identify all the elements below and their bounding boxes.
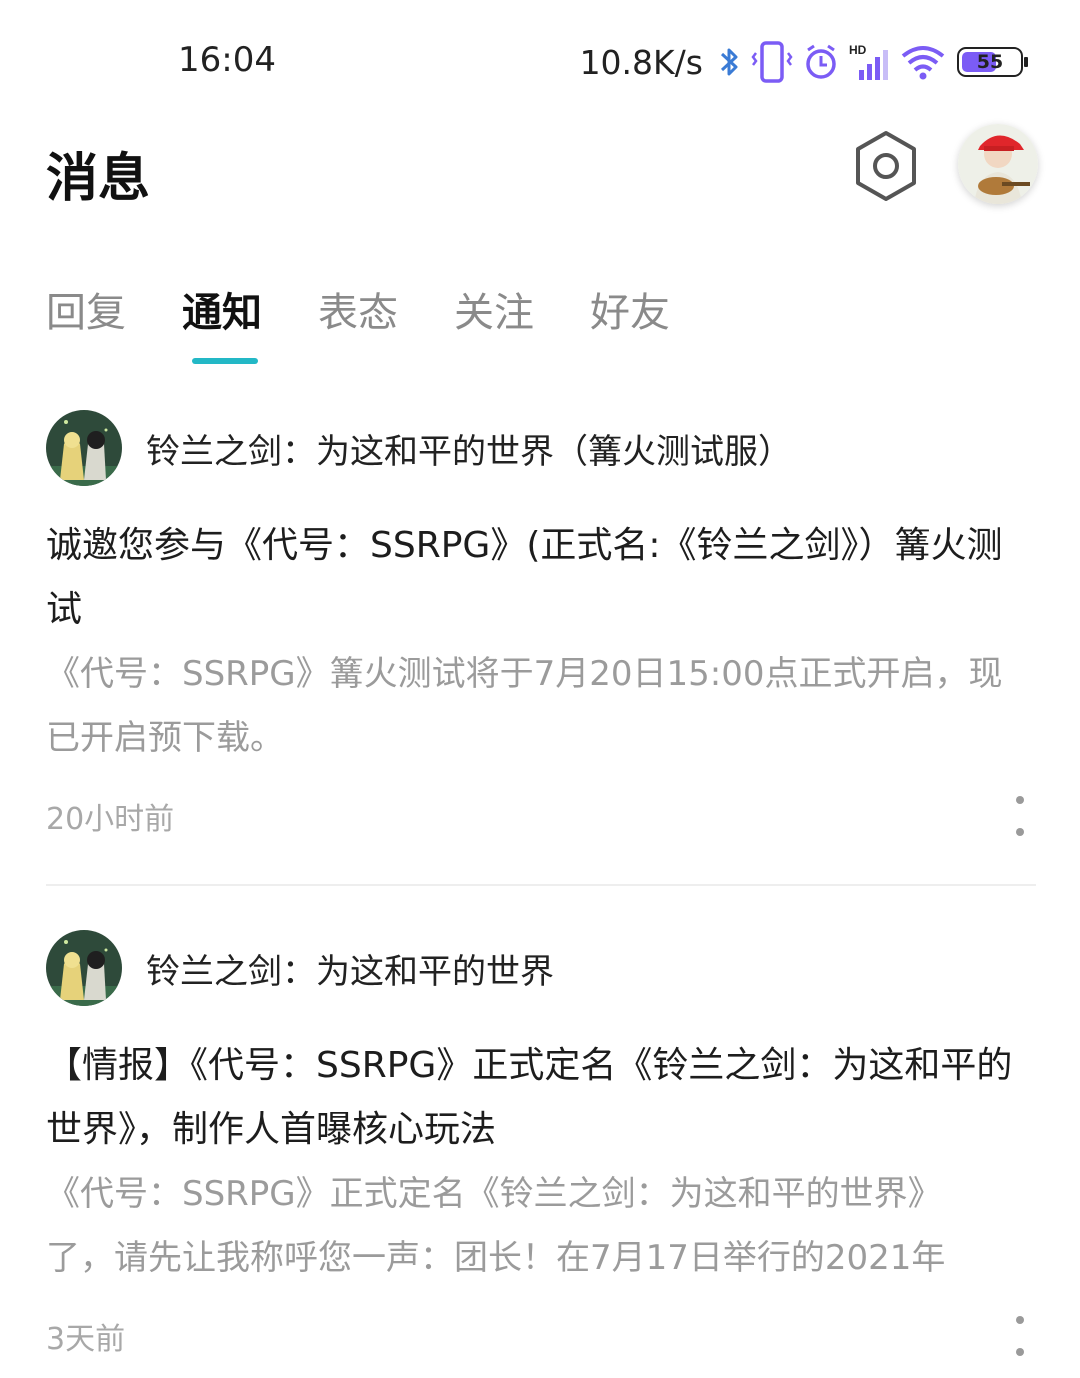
settings-hexagon-icon (856, 131, 916, 201)
status-bar: 16:04 10.8K/s HD 55 (0, 0, 1080, 120)
divider (46, 884, 1036, 886)
notification-title: 诚邀您参与《代号：SSRPG》(正式名:《铃兰之剑》）篝火测试 (46, 525, 1003, 630)
notification-item[interactable]: 铃兰之剑：为这和平的世界 【情报】《代号：SSRPG》正式定名《铃兰之剑：为这和… (46, 928, 1036, 1368)
notification-description: 《代号：SSRPG》正式定名《铃兰之剑：为这和平的世界》 (46, 1174, 942, 1214)
notification-time: 3天前 (46, 1322, 126, 1357)
user-avatar[interactable] (958, 124, 1038, 204)
alarm-icon (803, 39, 839, 85)
notification-source: 铃兰之剑：为这和平的世界（篝火测试服） (146, 431, 792, 472)
settings-button[interactable] (852, 128, 920, 204)
bluetooth-icon (719, 39, 741, 85)
page-title: 消息 (46, 149, 151, 209)
tab-follow[interactable]: 关注 (454, 280, 534, 338)
notification-title: 【情报】《代号：SSRPG》正式定名《铃兰之剑：为这和平的世界》，制作人首曝核心… (46, 1045, 1013, 1150)
notification-description-line2: 了，请先让我称呼您一声：团长！在7月17日举行的2021年 (46, 1238, 946, 1278)
more-options-button[interactable] (1010, 796, 1030, 836)
tab-reaction[interactable]: 表态 (318, 280, 398, 338)
battery-level: 55 (976, 51, 1004, 73)
active-tab-indicator (192, 358, 258, 364)
svg-text:HD: HD (849, 43, 867, 57)
tab-notification[interactable]: 通知 (182, 280, 262, 338)
status-icons: 10.8K/s HD 55 (580, 36, 1028, 88)
battery-icon: 55 (957, 39, 1028, 85)
notification-time: 20小时前 (46, 802, 175, 837)
notification-source: 铃兰之剑：为这和平的世界 (146, 951, 554, 992)
game-avatar[interactable] (46, 410, 122, 486)
tab-friends[interactable]: 好友 (590, 280, 670, 338)
signal-hd-icon: HD (849, 39, 889, 85)
tab-bar: 回复 通知 表态 关注 好友 (46, 280, 726, 338)
wifi-icon (899, 39, 947, 85)
status-time: 16:04 (178, 40, 276, 80)
network-speed: 10.8K/s (579, 42, 703, 82)
notification-item[interactable]: 铃兰之剑：为这和平的世界（篝火测试服） 诚邀您参与《代号：SSRPG》(正式名:… (46, 408, 1036, 848)
more-options-button[interactable] (1010, 1316, 1030, 1356)
tab-reply[interactable]: 回复 (46, 280, 126, 338)
notification-description: 《代号：SSRPG》篝火测试将于7月20日15:00点正式开启，现已开启预下载。 (46, 654, 1003, 758)
vibrate-icon (751, 39, 793, 85)
game-avatar[interactable] (46, 930, 122, 1006)
